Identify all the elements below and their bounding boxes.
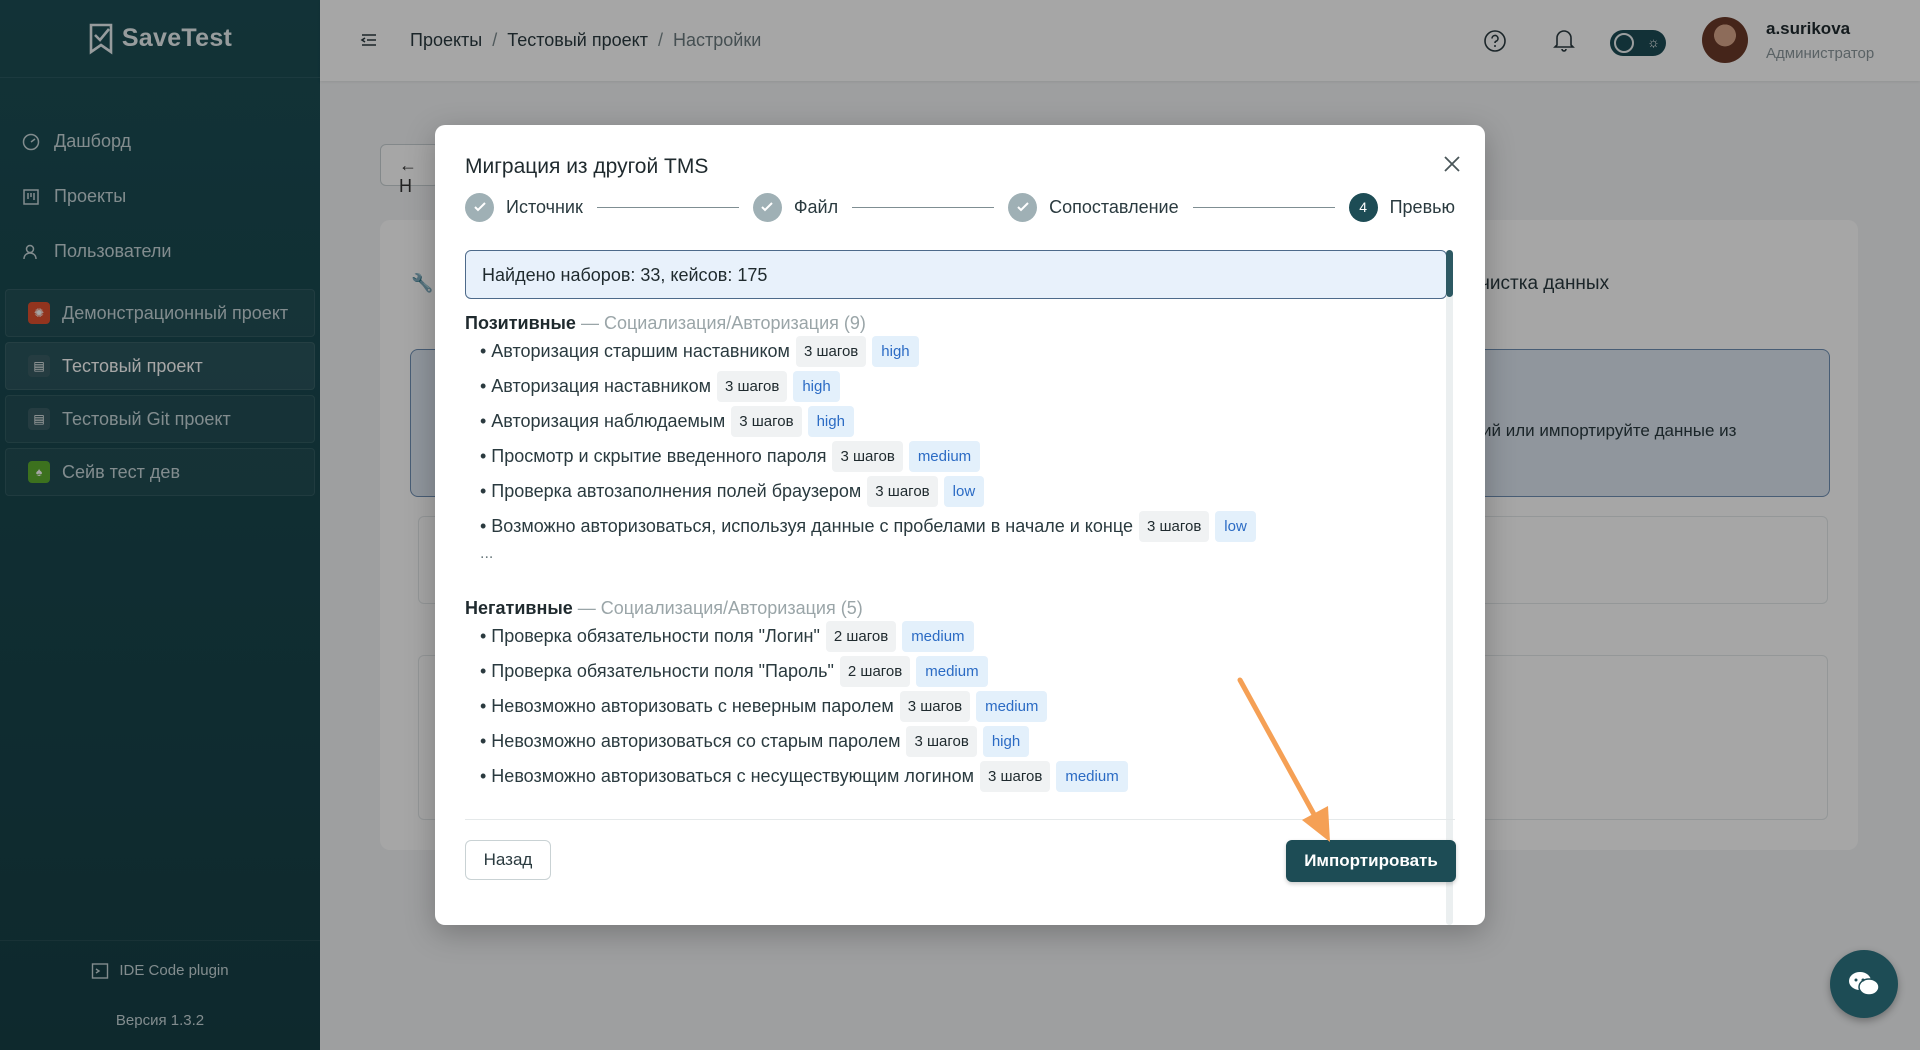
case-title: • Авторизация наставником [480,375,711,396]
check-icon [465,192,494,222]
chat-button[interactable] [1830,950,1898,1018]
steps-badge: 2 шагов [839,655,911,687]
steps-badge: 2 шагов [825,620,897,652]
steps-badge: 3 шагов [899,690,971,722]
steps-badge: 3 шагов [717,370,788,402]
list-item: • Невозможно авторизоваться с несуществу… [480,759,1128,793]
check-icon [752,192,782,222]
more-indicator: ... [480,545,494,562]
close-icon [1444,156,1460,172]
priority-badge: medium [976,690,1048,722]
case-title: • Невозможно авторизовать с неверным пар… [480,695,894,716]
step-label: Превью [1389,196,1456,217]
section-header: Позитивные — Социализация/Авторизация (9… [465,313,866,334]
step-label: Файл [793,196,839,217]
list-item: • Возможно авторизоваться, используя дан… [480,509,1256,543]
case-title: • Авторизация старшим наставником [480,340,790,361]
section-sub: — Социализация/Авторизация (9) [580,313,866,333]
case-title: • Авторизация наблюдаемым [480,410,726,431]
steps-badge: 3 шагов [980,760,1051,792]
case-title: • Невозможно авторизоваться с несуществу… [480,765,974,786]
back-step-button[interactable]: Назад [465,840,551,880]
step-source: Источник [465,192,583,222]
case-title: • Просмотр и скрытие введенного пароля [480,445,827,466]
chat-icon [1849,972,1880,996]
step-connector [852,206,995,208]
priority-badge: medium [908,440,981,472]
list-item: • Невозможно авторизоваться со старым па… [480,724,1030,758]
step-label: Источник [506,196,583,217]
priority-badge: high [807,405,854,437]
list-item: • Авторизация старшим наставником 3 шагов… [480,334,919,368]
steps-badge: 3 шагов [906,725,977,757]
steps-badge: 3 шагов [867,475,938,507]
section-header: Негативные — Социализация/Авторизация (5… [465,598,863,619]
step-connector [596,206,739,208]
found-summary: Найдено наборов: 33, кейсов: 175 [465,250,1447,299]
priority-badge: medium [1056,760,1128,792]
steps-badge: 3 шагов [795,335,867,367]
list-item: • Проверка обязательности поля "Пароль" 2… [480,654,988,688]
close-button[interactable] [1437,149,1467,179]
section-name: Негативные [465,598,573,618]
modal-title: Миграция из другой TMS [465,155,709,178]
scrollbar[interactable] [1446,250,1453,925]
list-item: • Невозможно авторизовать с неверным пар… [480,689,1048,723]
case-title: • Проверка обязательности поля "Пароль" [480,660,834,681]
step-preview: 4 Превью [1348,192,1456,222]
steps-badge: 3 шагов [1138,510,1210,542]
step-mapping: Сопоставление [1008,192,1179,222]
case-title: • Возможно авторизоваться, используя дан… [480,515,1133,536]
priority-badge: low [943,475,985,507]
step-label: Сопоставление [1049,196,1179,217]
steps-badge: 3 шагов [832,440,903,472]
list-item: • Проверка автозаполнения полей браузеро… [480,474,985,508]
priority-badge: high [793,370,840,402]
check-icon [1008,192,1038,222]
steps-badge: 3 шагов [731,405,802,437]
priority-badge: medium [916,655,988,687]
step-connector [1192,206,1335,208]
priority-badge: high [872,335,919,367]
step-number: 4 [1348,192,1378,222]
section-sub: — Социализация/Авторизация (5) [577,598,863,618]
section-name: Позитивные [465,313,576,333]
list-item: • Авторизация наблюдаемым 3 шагов high [480,404,854,438]
priority-badge: high [982,725,1030,757]
priority-badge: medium [902,620,974,652]
stepper: Источник Файл Сопоставление 4 Превью [465,191,1455,223]
case-title: • Проверка автозаполнения полей браузеро… [480,480,862,501]
list-item: • Проверка обязательности поля "Логин" 2 … [480,619,974,653]
annotation-arrow-icon [1237,677,1330,842]
list-item: • Авторизация наставником 3 шагов high [480,369,840,403]
scrollbar-thumb[interactable] [1446,250,1453,297]
case-title: • Проверка обязательности поля "Логин" [480,625,820,646]
list-item: • Просмотр и скрытие введенного пароля 3 … [480,439,981,473]
case-title: • Невозможно авторизоваться со старым па… [480,730,901,751]
priority-badge: low [1215,510,1256,542]
step-file: Файл [752,192,839,222]
